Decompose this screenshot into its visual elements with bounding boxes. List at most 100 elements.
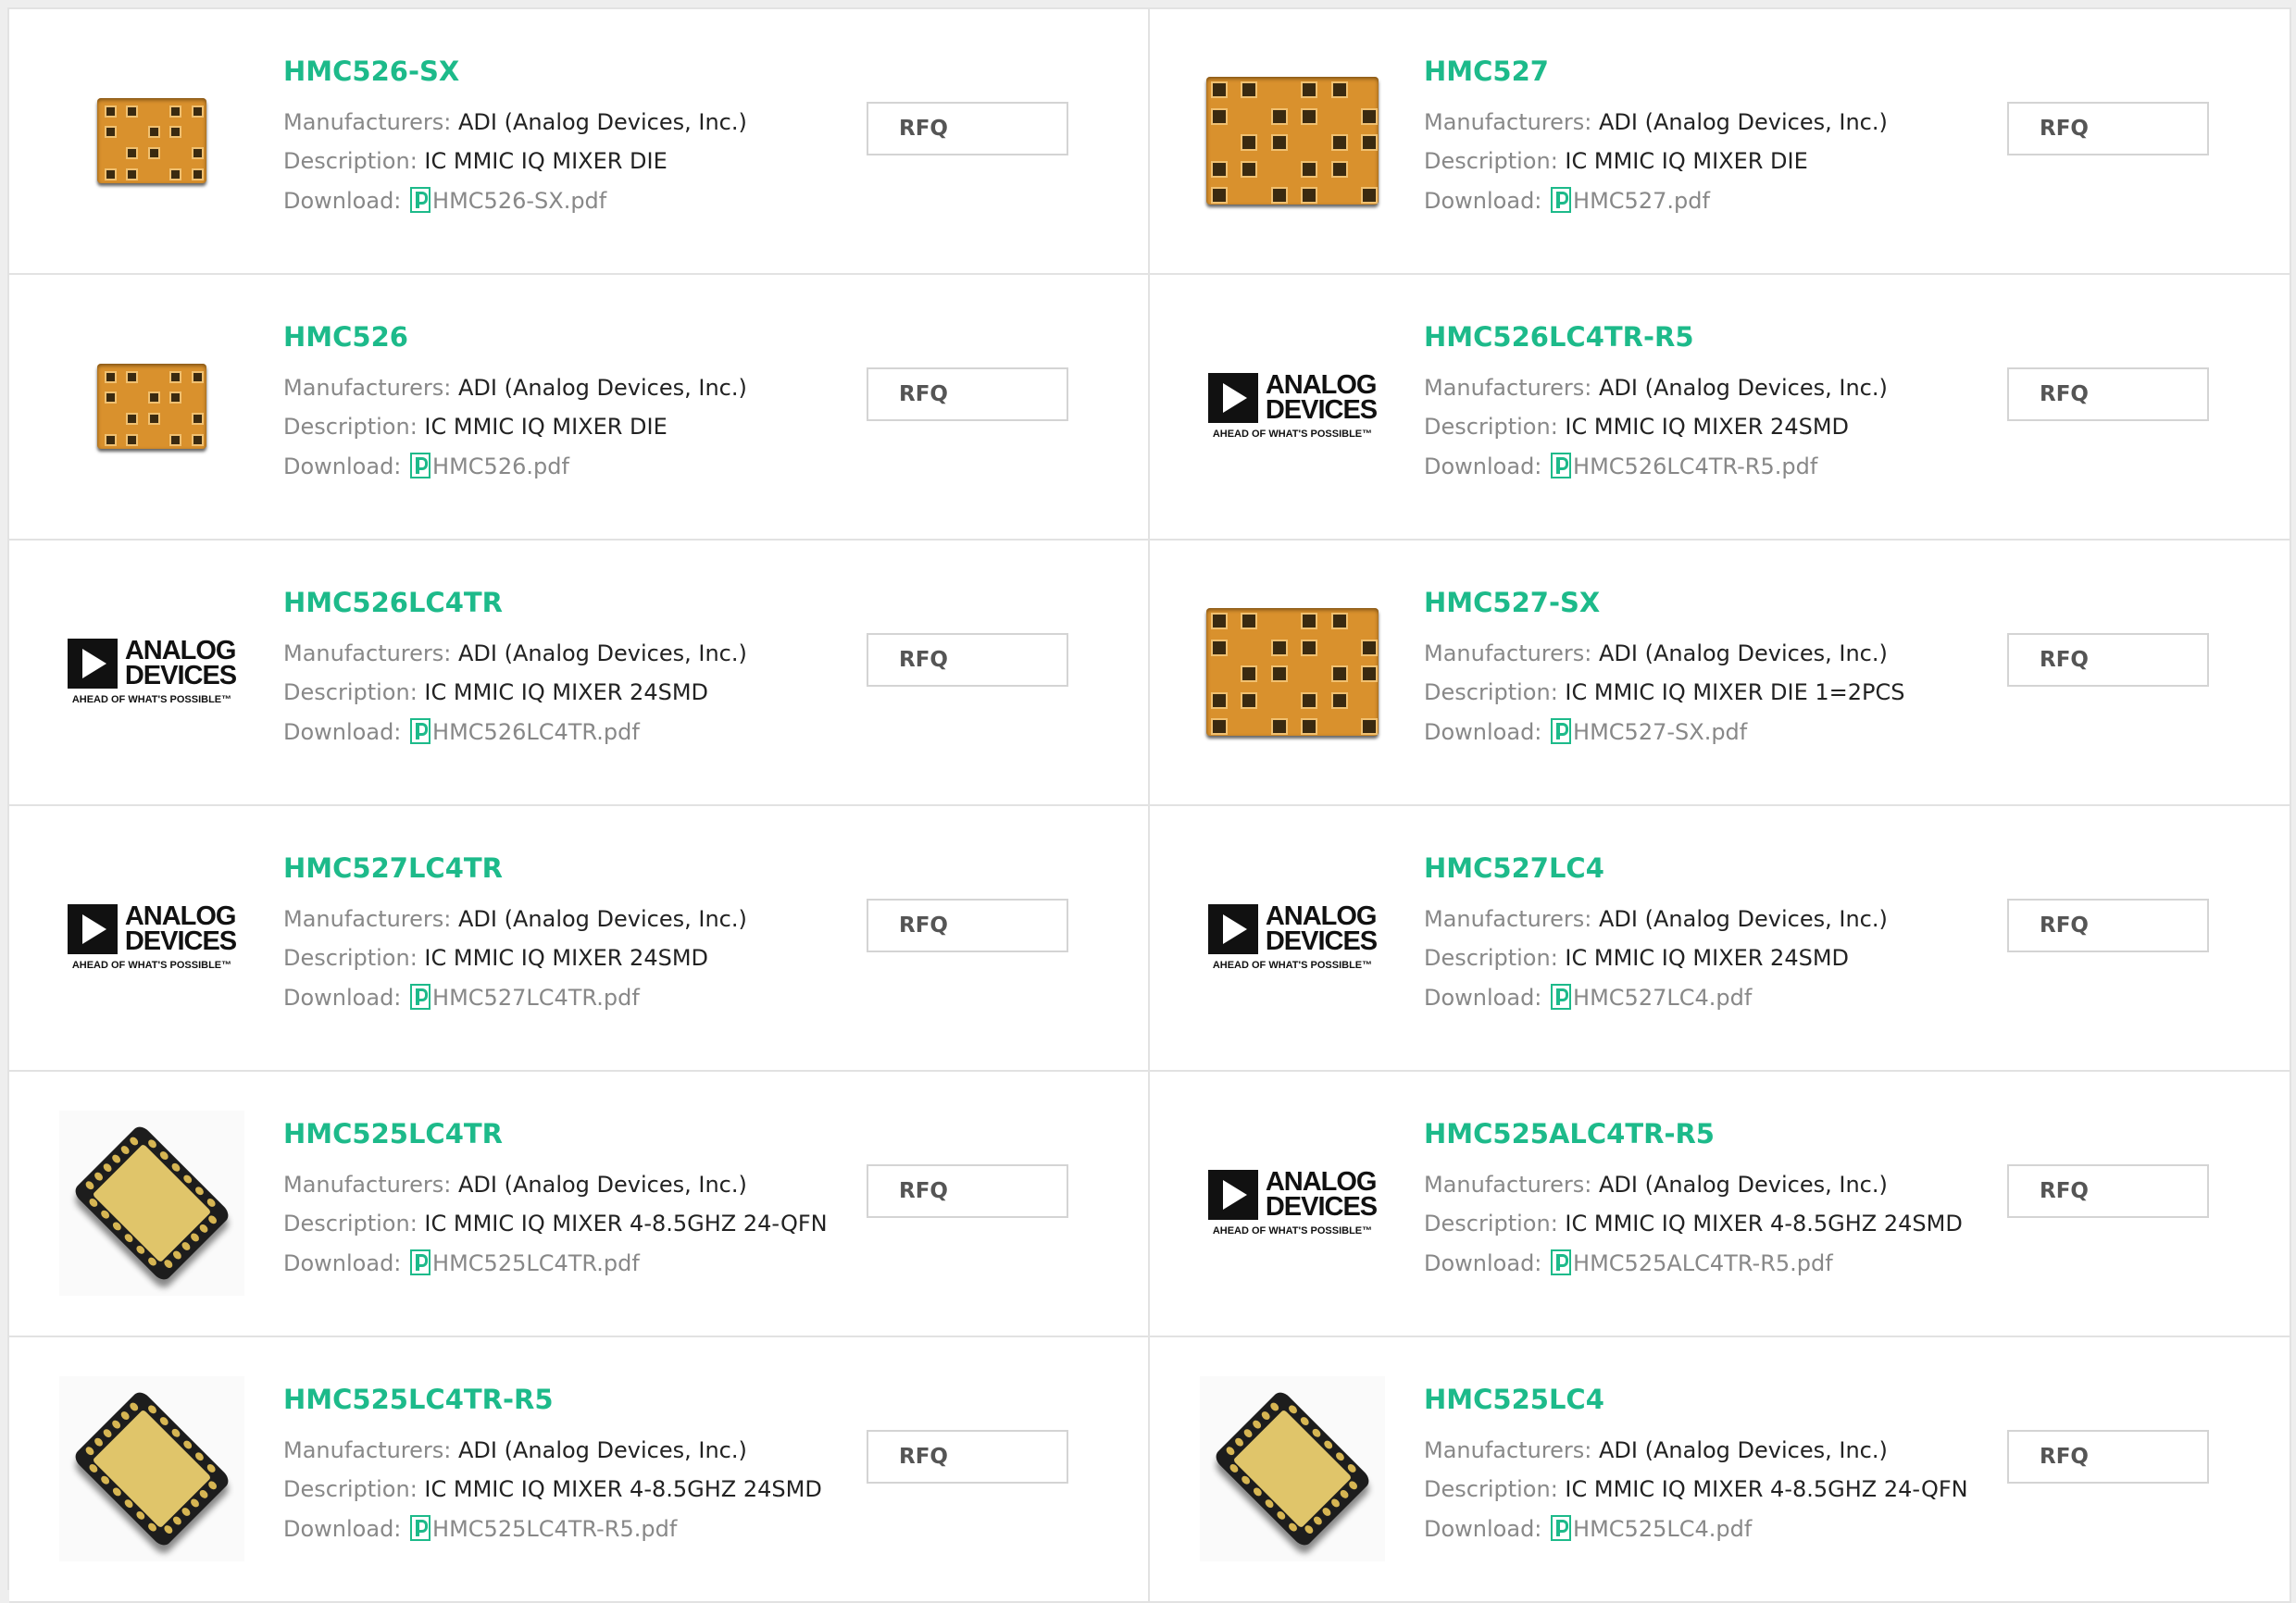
product-image[interactable]	[56, 1373, 248, 1565]
datasheet-link[interactable]: HMC525LC4TR-R5.pdf	[432, 1516, 677, 1542]
manufacturer-value: ADI (Analog Devices, Inc.)	[1599, 1437, 1888, 1463]
product-card-7: ANALOG DEVICES AHEAD OF WHAT'S POSSIBLE™ H…	[1150, 806, 2291, 1072]
description-line: Description: IC MMIC IQ MIXER DIE 1=2PCS	[1424, 679, 1905, 705]
datasheet-link[interactable]: HMC527LC4TR.pdf	[432, 985, 640, 1011]
pdf-icon[interactable]	[410, 187, 431, 213]
description-label: Description:	[1424, 148, 1558, 174]
description-line: Description: IC MMIC IQ MIXER 24SMD	[283, 679, 708, 705]
manufacturer-label: Manufacturers:	[1424, 1172, 1592, 1198]
analog-devices-logo: ANALOG DEVICES AHEAD OF WHAT'S POSSIBLE™	[67, 638, 237, 705]
pdf-icon[interactable]	[1551, 1249, 1572, 1275]
product-image[interactable]	[56, 44, 248, 237]
play-triangle-icon	[1207, 904, 1258, 954]
manufacturer-label: Manufacturers:	[1424, 906, 1592, 932]
description-value: IC MMIC IQ MIXER 24SMD	[1565, 414, 1850, 440]
logo-line2: DEVICES	[1265, 395, 1378, 425]
datasheet-link[interactable]: HMC527-SX.pdf	[1573, 719, 1747, 745]
pdf-icon[interactable]	[1551, 453, 1572, 478]
description-value: IC MMIC IQ MIXER 4-8.5GHZ 24SMD	[424, 1476, 822, 1502]
pdf-icon[interactable]	[1551, 984, 1572, 1010]
rfq-button[interactable]: RFQ	[867, 633, 1068, 687]
rfq-button[interactable]: RFQ	[2007, 1430, 2209, 1484]
manufacturer-line: Manufacturers: ADI (Analog Devices, Inc.…	[1424, 906, 1888, 932]
download-label: Download:	[283, 719, 402, 745]
product-title-link[interactable]: HMC527LC4TR	[283, 852, 503, 884]
product-image[interactable]	[1196, 576, 1389, 768]
download-line: Download: HMC527LC4.pdf	[1424, 984, 1752, 1011]
manufacturer-value: ADI (Analog Devices, Inc.)	[458, 906, 747, 932]
product-title-link[interactable]: HMC526LC4TR-R5	[1424, 321, 1694, 353]
product-image[interactable]	[56, 1107, 248, 1299]
rfq-button[interactable]: RFQ	[2007, 367, 2209, 421]
product-title-link[interactable]: HMC527LC4	[1424, 852, 1604, 884]
pdf-icon[interactable]	[410, 1515, 431, 1541]
pdf-icon[interactable]	[410, 1249, 431, 1275]
description-value: IC MMIC IQ MIXER DIE	[1565, 148, 1808, 174]
manufacturer-label: Manufacturers:	[283, 640, 452, 666]
description-line: Description: IC MMIC IQ MIXER 24SMD	[1424, 414, 1849, 440]
download-label: Download:	[1424, 1250, 1542, 1276]
datasheet-link[interactable]: HMC525LC4.pdf	[1573, 1516, 1752, 1542]
description-label: Description:	[1424, 679, 1558, 705]
product-title-link[interactable]: HMC526	[283, 321, 408, 353]
datasheet-link[interactable]: HMC525ALC4TR-R5.pdf	[1573, 1250, 1833, 1276]
product-image[interactable]: ANALOG DEVICES AHEAD OF WHAT'S POSSIBLE™	[1196, 310, 1389, 503]
product-image[interactable]: ANALOG DEVICES AHEAD OF WHAT'S POSSIBLE™	[1196, 1107, 1389, 1299]
pdf-icon[interactable]	[1551, 718, 1572, 744]
product-image[interactable]	[1196, 1373, 1389, 1565]
rfq-button[interactable]: RFQ	[2007, 633, 2209, 687]
pdf-icon[interactable]	[410, 453, 431, 478]
datasheet-link[interactable]: HMC527LC4.pdf	[1573, 985, 1752, 1011]
logo-tagline: AHEAD OF WHAT'S POSSIBLE™	[1212, 960, 1373, 971]
play-triangle-icon	[67, 639, 118, 689]
download-line: Download: HMC526LC4TR-R5.pdf	[1424, 453, 1817, 479]
manufacturer-line: Manufacturers: ADI (Analog Devices, Inc.…	[283, 1437, 747, 1463]
download-line: Download: HMC526.pdf	[283, 453, 569, 479]
product-image[interactable]: ANALOG DEVICES AHEAD OF WHAT'S POSSIBLE™	[56, 576, 248, 768]
rfq-button[interactable]: RFQ	[2007, 1164, 2209, 1218]
datasheet-link[interactable]: HMC526.pdf	[432, 454, 569, 479]
product-title-link[interactable]: HMC526LC4TR	[283, 587, 503, 618]
product-title-link[interactable]: HMC527-SX	[1424, 587, 1600, 618]
rfq-button[interactable]: RFQ	[2007, 102, 2209, 155]
description-value: IC MMIC IQ MIXER DIE	[424, 148, 668, 174]
datasheet-link[interactable]: HMC526-SX.pdf	[432, 188, 606, 214]
logo-tagline: AHEAD OF WHAT'S POSSIBLE™	[1212, 1225, 1373, 1236]
datasheet-link[interactable]: HMC525LC4TR.pdf	[432, 1250, 640, 1276]
product-card-10: HMC525LC4TR-R5 Manufacturers: ADI (Analo…	[9, 1337, 1150, 1603]
product-image[interactable]: ANALOG DEVICES AHEAD OF WHAT'S POSSIBLE™	[1196, 841, 1389, 1034]
analog-devices-logo: ANALOG DEVICES AHEAD OF WHAT'S POSSIBLE™	[1207, 1169, 1378, 1236]
pdf-icon[interactable]	[1551, 187, 1572, 213]
play-triangle-icon	[67, 904, 118, 954]
product-card-8: HMC525LC4TR Manufacturers: ADI (Analog D…	[9, 1072, 1150, 1337]
rfq-button[interactable]: RFQ	[867, 102, 1068, 155]
datasheet-link[interactable]: HMC526LC4TR-R5.pdf	[1573, 454, 1817, 479]
rfq-button[interactable]: RFQ	[867, 1430, 1068, 1484]
product-image[interactable]	[56, 310, 248, 503]
product-title-link[interactable]: HMC526-SX	[283, 56, 459, 87]
product-title-link[interactable]: HMC525LC4	[1424, 1384, 1604, 1415]
description-line: Description: IC MMIC IQ MIXER 24SMD	[1424, 945, 1849, 971]
pdf-icon[interactable]	[410, 984, 431, 1010]
product-image[interactable]: ANALOG DEVICES AHEAD OF WHAT'S POSSIBLE™	[56, 841, 248, 1034]
pdf-icon[interactable]	[410, 718, 431, 744]
manufacturer-label: Manufacturers:	[283, 906, 452, 932]
manufacturer-value: ADI (Analog Devices, Inc.)	[1599, 109, 1888, 135]
download-line: Download: HMC526LC4TR.pdf	[283, 718, 640, 745]
product-title-link[interactable]: HMC525ALC4TR-R5	[1424, 1118, 1715, 1149]
product-card-5: HMC527-SX Manufacturers: ADI (Analog Dev…	[1150, 541, 2291, 806]
product-title-link[interactable]: HMC527	[1424, 56, 1549, 87]
product-title-link[interactable]: HMC525LC4TR-R5	[283, 1384, 554, 1415]
download-line: Download: HMC527-SX.pdf	[1424, 718, 1747, 745]
logo-line2: DEVICES	[124, 926, 237, 956]
product-title-link[interactable]: HMC525LC4TR	[283, 1118, 503, 1149]
product-image[interactable]	[1196, 44, 1389, 237]
rfq-button[interactable]: RFQ	[2007, 899, 2209, 952]
datasheet-link[interactable]: HMC526LC4TR.pdf	[432, 719, 640, 745]
rfq-button[interactable]: RFQ	[867, 367, 1068, 421]
product-grid: HMC526-SX Manufacturers: ADI (Analog Dev…	[7, 7, 2291, 1603]
rfq-button[interactable]: RFQ	[867, 1164, 1068, 1218]
rfq-button[interactable]: RFQ	[867, 899, 1068, 952]
datasheet-link[interactable]: HMC527.pdf	[1573, 188, 1710, 214]
pdf-icon[interactable]	[1551, 1515, 1572, 1541]
